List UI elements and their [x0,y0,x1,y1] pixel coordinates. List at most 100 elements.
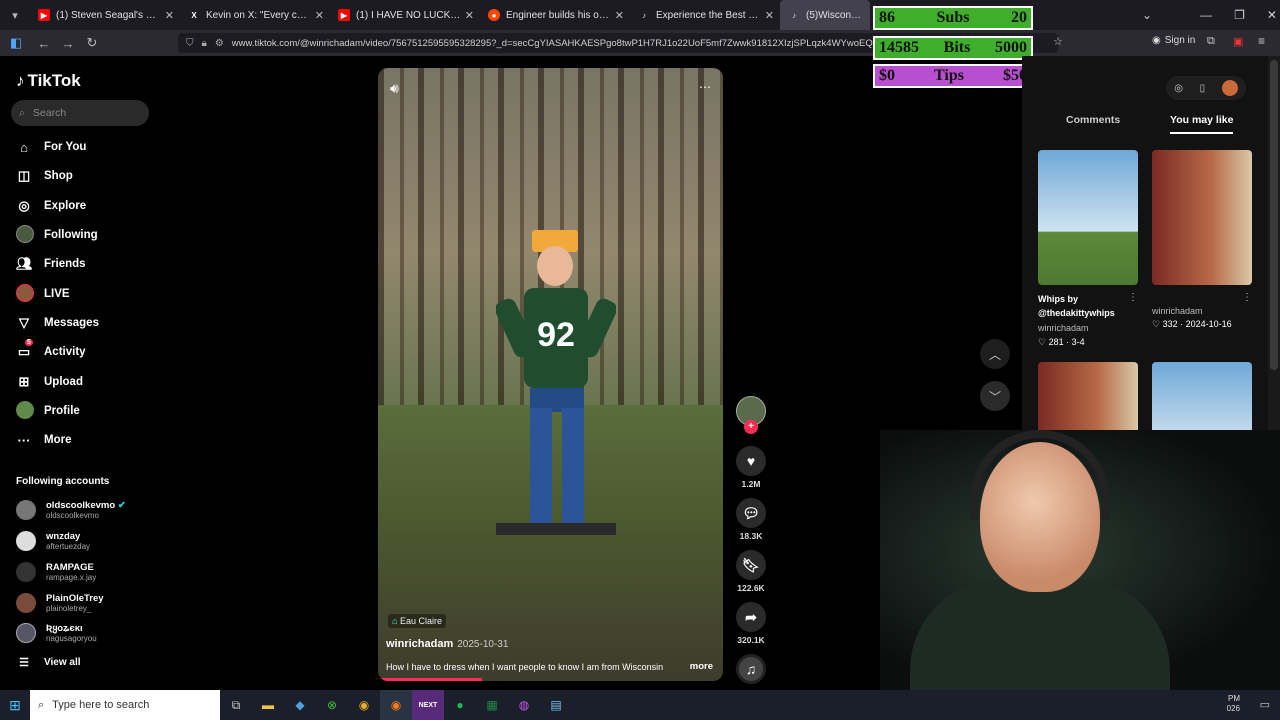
close-icon[interactable]: ✕ [465,9,474,22]
chat-app-icon[interactable]: ◍ [508,690,540,720]
taskbar-search-input[interactable]: ⌕ Type here to search [30,690,220,720]
menu-icon[interactable]: ≡ [1258,34,1265,48]
card-options-icon[interactable]: ⋮ [1242,292,1252,303]
notepad-icon[interactable]: ▤ [540,690,572,720]
compass-icon[interactable]: ◎ [1174,83,1183,94]
next-video-button[interactable]: ﹀ [980,381,1010,411]
following-account[interactable]: wnzday aftertuezday [16,528,90,554]
extension-badge-icon[interactable]: ▣ [1233,35,1243,48]
panel-toolbar: ◎ ▯ [1166,76,1246,100]
recommended-video-thumbnail[interactable] [1152,150,1252,285]
messages-icon: ▽ [19,315,29,330]
restore-icon[interactable]: ❐ [1234,8,1245,22]
forward-icon[interactable]: → [56,36,80,51]
comment-button[interactable]: 💬︎ 18.3K [736,498,766,541]
next-app-icon[interactable]: NEXT [412,690,444,720]
steam-icon[interactable]: ◆ [284,690,316,720]
windows-start-icon[interactable]: ⊞ [0,690,30,720]
volume-icon[interactable]: 🔊︎ [390,80,399,97]
avatar [16,623,36,643]
tab-you-may-like[interactable]: You may like [1170,114,1234,134]
browser-tab[interactable]: ▶ (1) Steven Seagal's Guide to Wi ✕ [30,0,180,30]
extensions-icon[interactable]: ⧉ [1207,35,1215,48]
task-view-icon[interactable]: ⧉ [220,690,252,720]
bookmark-star-icon[interactable]: ☆ [1053,35,1063,48]
tiktok-logo[interactable]: ♪ TikTok [16,71,81,91]
window-close-icon[interactable]: ✕ [1267,8,1277,22]
lock-icon[interactable]: 🔒︎ [202,38,207,49]
close-icon[interactable]: ✕ [765,9,774,22]
sidebar-item-following[interactable]: Following [16,224,98,246]
follow-plus-icon[interactable]: + [744,420,758,434]
file-explorer-icon[interactable]: ▬ [252,690,284,720]
minimize-icon[interactable]: — [1200,8,1212,22]
firefox-icon[interactable]: ◉ [380,690,412,720]
location-tag[interactable]: ⌂ Eau Claire [388,614,446,628]
sidebar-item-messages[interactable]: ▽ Messages [16,312,99,334]
sidebar-toggle-icon[interactable]: ◧ [4,35,28,51]
video-author[interactable]: winrichadam 2025-10-31 [386,638,508,650]
headset-icon [970,430,1110,520]
tab-overflow-icon[interactable]: ⌄ [1142,8,1152,22]
heart-outline-icon: ♡ [1152,319,1161,329]
sidebar-item-shop[interactable]: ◫ Shop [16,165,73,187]
device-icon[interactable]: ▯ [1200,83,1206,94]
card-options-icon[interactable]: ⋮ [1128,292,1138,303]
creator-avatar-button[interactable]: + [736,396,766,434]
sidebar-item-upload[interactable]: ⊞ Upload [16,371,83,393]
search-input[interactable]: ⌕ Search [11,100,149,126]
shield-icon[interactable]: ⛉ [186,38,194,49]
profile-avatar-icon [16,400,34,422]
browser-tab[interactable]: X Kevin on X: "Every couple need ✕ [180,0,330,30]
close-icon[interactable]: ✕ [615,9,624,22]
browser-tab[interactable]: ♪ Experience the Best Bathroom a ✕ [630,0,780,30]
notifications-icon[interactable]: ▭ [1260,698,1270,711]
recommended-video-title[interactable]: Whips by @thedakittywhips [1038,292,1128,320]
following-account[interactable]: PlainOleTrey plainoletrey_ [16,590,104,616]
sidebar-item-friends[interactable]: 👥︎ Friends [16,253,86,275]
permissions-icon[interactable]: ⚙ [215,38,224,49]
sidebar-item-label: Following [44,229,98,241]
following-account[interactable]: RAMPAGE rampage.x.jay [16,559,96,585]
recommended-video-author[interactable]: winrichadam [1038,322,1089,334]
video-progress-bar[interactable] [378,678,482,681]
system-clock[interactable]: PM 026 [1227,694,1240,714]
sidebar-item-live[interactable]: LIVE [16,283,70,305]
sidebar-item-more[interactable]: ··· More [16,429,72,451]
sign-in-button[interactable]: ◉ Sign in [1152,35,1195,46]
close-icon[interactable]: ✕ [315,9,324,22]
spotify-icon[interactable]: ● [444,690,476,720]
excel-icon[interactable]: ▦ [476,690,508,720]
browser-tab[interactable]: ● Engineer builds his own prosth ✕ [480,0,630,30]
previous-video-button[interactable]: ︿ [980,339,1010,369]
search-placeholder: Search [32,107,67,119]
video-player[interactable]: 92 🔊︎ ⋯ ⌂ Eau Claire winrichadam 2025-10-… [378,68,723,681]
save-button[interactable]: 🔖︎ 122.6K [736,550,766,593]
following-account[interactable]: oldscoolkevmo ✔ oldscoolkevmo [16,497,126,523]
caption-more-button[interactable]: more [690,661,713,672]
chrome-icon[interactable]: ◉ [348,690,380,720]
recommended-video-author[interactable]: winrichadam [1152,305,1203,317]
sidebar-item-profile[interactable]: Profile [16,400,80,422]
back-icon[interactable]: ← [32,36,56,51]
share-button[interactable]: ➦ 320.1K [736,602,766,645]
tab-comments[interactable]: Comments [1066,114,1120,126]
music-disc-button[interactable]: ♫ [736,654,766,687]
tab-list-icon[interactable]: ▾ [0,9,30,22]
browser-tab[interactable]: ▶ (1) I HAVE NO LUCK, AND I MU ✕ [330,0,480,30]
sidebar-item-explore[interactable]: ◎ Explore [16,195,86,217]
scrollbar-thumb[interactable] [1270,60,1278,370]
sidebar-item-activity[interactable]: ▭ 5 Activity [16,339,86,363]
like-button[interactable]: ♥ 1.2M [736,446,766,489]
video-options-icon[interactable]: ⋯ [699,80,711,94]
recommended-video-thumbnail[interactable] [1038,150,1138,285]
avatar[interactable] [1221,80,1238,96]
xbox-icon[interactable]: ⊗ [316,690,348,720]
sidebar-item-for-you[interactable]: ⌂ For You [16,136,86,158]
avatar [16,562,36,582]
following-account[interactable]: Ʀყoʑєκι nagusagoryou [16,620,97,646]
browser-tab-active[interactable]: ♪ (5)Wisconsin Fashion [780,0,870,30]
view-all-link[interactable]: ☰ View all [16,651,80,673]
reload-icon[interactable]: ↻ [80,35,104,51]
close-icon[interactable]: ✕ [165,9,174,22]
